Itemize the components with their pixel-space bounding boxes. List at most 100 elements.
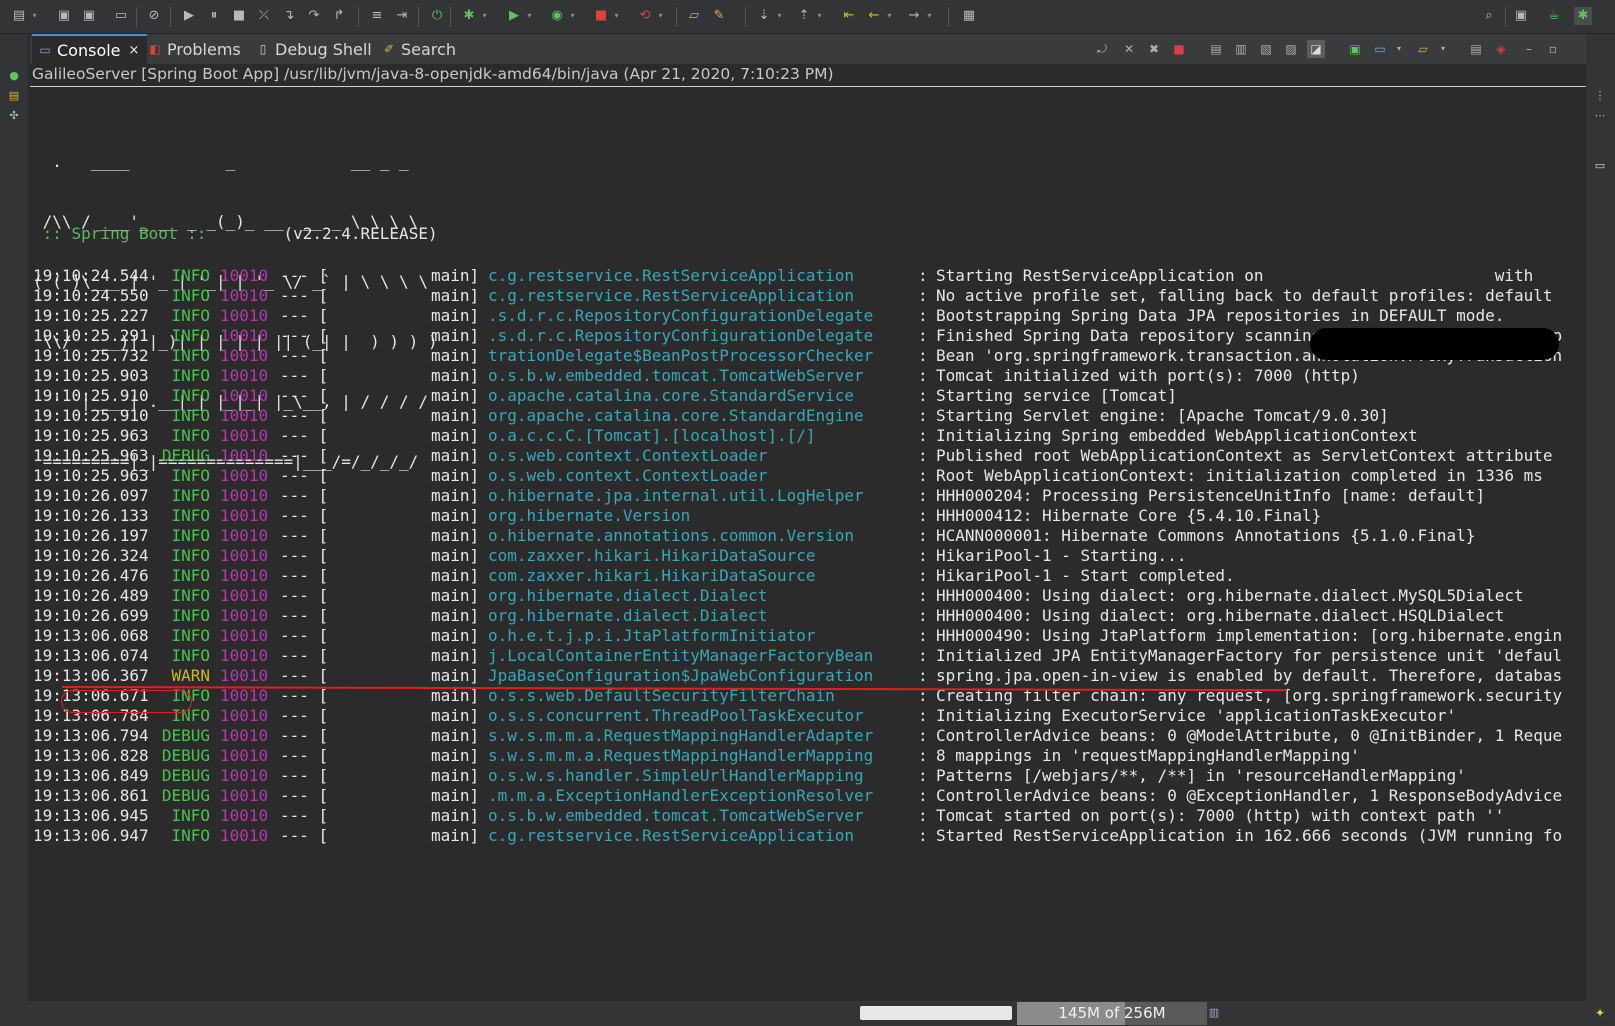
use-step-filters-icon[interactable]: ⇥ [393,7,411,25]
log-colon: : [918,786,928,805]
stop-dropdown-icon[interactable]: ▾ [612,7,621,25]
view-menu-icon[interactable]: ▤ [1467,40,1485,58]
previous-annotation-icon[interactable]: ⇡ [795,7,813,25]
save-all-icon[interactable]: ▣ [80,7,98,25]
skip-breakpoints-icon[interactable]: ⊘ [145,7,163,25]
forward-icon[interactable]: → [905,7,923,25]
open-console-dropdown-icon[interactable]: ▾ [1434,40,1452,58]
relaunch-icon[interactable]: ⟲ [636,7,654,25]
log-msg: Starting Servlet engine: [Apache Tomcat/… [936,406,1389,425]
log-pid: 10010 [220,746,269,765]
forward-dropdown-icon[interactable]: ▾ [925,7,934,25]
scroll-lock-icon[interactable]: ▤ [1207,40,1225,58]
display-selected-console-icon[interactable]: ▭ [1371,40,1389,58]
next-annotation-dropdown-icon[interactable]: ▾ [775,7,784,25]
spring-live-icon[interactable]: ◈ [1492,40,1510,58]
spring-boot-icon[interactable]: ⏻ [428,7,446,25]
relaunch-icon[interactable]: ⤾ [1093,40,1111,58]
display-console-dropdown-icon[interactable]: ▾ [1390,40,1408,58]
log-thread: main] [431,546,480,565]
log-colon: : [918,766,928,785]
run-dropdown-icon[interactable]: ▾ [525,7,534,25]
step-return-icon[interactable]: ↱ [330,7,348,25]
log-logger: o.apache.catalina.core.StandardService [488,386,855,405]
drop-to-frame-icon[interactable]: ≡ [368,7,386,25]
pin-editor-icon[interactable]: ▦ [960,7,978,25]
open-console-icon[interactable]: ▭ [112,7,130,25]
save-icon[interactable]: ▣ [55,7,73,25]
back-dropdown-icon[interactable]: ▾ [885,7,894,25]
minimize-icon[interactable]: – [1520,40,1538,58]
java-perspective-icon[interactable]: ☕ [1545,7,1563,25]
progress-bar[interactable] [860,1006,1012,1020]
tasks-icon[interactable]: ⋯ [1593,109,1607,123]
outline-icon[interactable]: ⋮ [1593,89,1607,103]
console-output[interactable]: GalileoServer [Spring Boot App] /usr/lib… [30,64,1586,1001]
close-icon[interactable]: × [129,43,140,58]
debug-icon[interactable]: ✱ [460,7,478,25]
remove-launch-icon[interactable]: ✕ [1120,40,1138,58]
log-msg: Starting service [Tomcat] [936,386,1177,405]
word-wrap-icon[interactable]: ▧ [1257,40,1275,58]
log-level: INFO [171,646,210,665]
tab-problems[interactable]: ◧ Problems [148,34,240,64]
back-icon[interactable]: ← [865,7,883,25]
log-colon: : [918,346,928,365]
log-thread: main] [431,366,480,385]
restore-view-icon[interactable]: ▭ [1593,159,1607,173]
stop-icon[interactable]: ■ [592,7,610,25]
log-level: INFO [171,346,210,365]
resume-icon[interactable]: ▶ [180,7,198,25]
next-annotation-icon[interactable]: ⇣ [755,7,773,25]
toolbar-separator [1505,7,1506,27]
log-sep: --- [ [280,686,329,705]
open-folder-icon[interactable]: ▱ [685,7,703,25]
tab-debug-shell[interactable]: ▯ Debug Shell [256,34,372,64]
disconnect-icon[interactable]: ⤫ [255,7,273,25]
pin-console-icon[interactable]: ▣ [1346,40,1364,58]
heap-status[interactable]: 145M of 256M [1017,1002,1207,1025]
new-wizard-dropdown-icon[interactable]: ▾ [30,7,39,25]
show-on-stdout-icon[interactable]: ▨ [1282,40,1300,58]
garbage-collect-icon[interactable]: ▥ [1206,1005,1222,1021]
open-console-icon[interactable]: ▱ [1414,40,1432,58]
debug-perspective-icon[interactable]: ✱ [1574,7,1592,25]
log-msg: HHH000412: Hibernate Core {5.4.10.Final} [936,506,1322,525]
coverage-dropdown-icon[interactable]: ▾ [568,7,577,25]
expressions-icon[interactable]: ✣ [7,109,21,123]
show-on-stderr-icon[interactable]: ◪ [1307,40,1325,58]
suspend-icon[interactable]: ⏸ [205,7,223,25]
debug-dropdown-icon[interactable]: ▾ [480,7,489,25]
log-sep: --- [ [280,766,329,785]
relaunch-dropdown-icon[interactable]: ▾ [656,7,665,25]
tab-console[interactable]: ▭ Console × [32,34,148,64]
new-wizard-icon[interactable]: ▤ [10,7,28,25]
log-logger: o.s.b.w.embedded.tomcat.TomcatWebServer [488,806,864,825]
log-time: 19:13:06.068 [33,626,149,645]
step-over-icon[interactable]: ↷ [305,7,323,25]
step-into-icon[interactable]: ↴ [280,7,298,25]
log-colon: : [918,366,928,385]
log-pid: 10010 [220,326,269,345]
run-icon[interactable]: ▶ [505,7,523,25]
log-thread: main] [431,586,480,605]
edit-icon[interactable]: ✎ [710,7,728,25]
variables-icon[interactable]: ▤ [7,89,21,103]
remove-all-launches-icon[interactable]: ✖ [1145,40,1163,58]
breakpoints-icon[interactable]: ● [7,69,21,83]
previous-annotation-dropdown-icon[interactable]: ▾ [815,7,824,25]
tab-search[interactable]: ✐ Search [382,34,456,64]
terminate-icon[interactable]: ■ [230,7,248,25]
log-thread: main] [431,266,480,285]
lightbulb-icon[interactable]: ✦ [1592,1005,1608,1021]
last-edit-location-icon[interactable]: ⇤ [840,7,858,25]
terminate-icon[interactable]: ■ [1170,40,1188,58]
clear-console-icon[interactable]: ▥ [1232,40,1250,58]
log-pid: 10010 [220,666,269,685]
maximize-icon[interactable]: ▫ [1544,40,1562,58]
quick-access-search-icon[interactable]: ⌕ [1480,7,1498,25]
log-time: 19:10:26.699 [33,606,149,625]
log-sep: --- [ [280,706,329,725]
coverage-icon[interactable]: ◉ [548,7,566,25]
open-perspective-icon[interactable]: ▣ [1512,7,1530,25]
